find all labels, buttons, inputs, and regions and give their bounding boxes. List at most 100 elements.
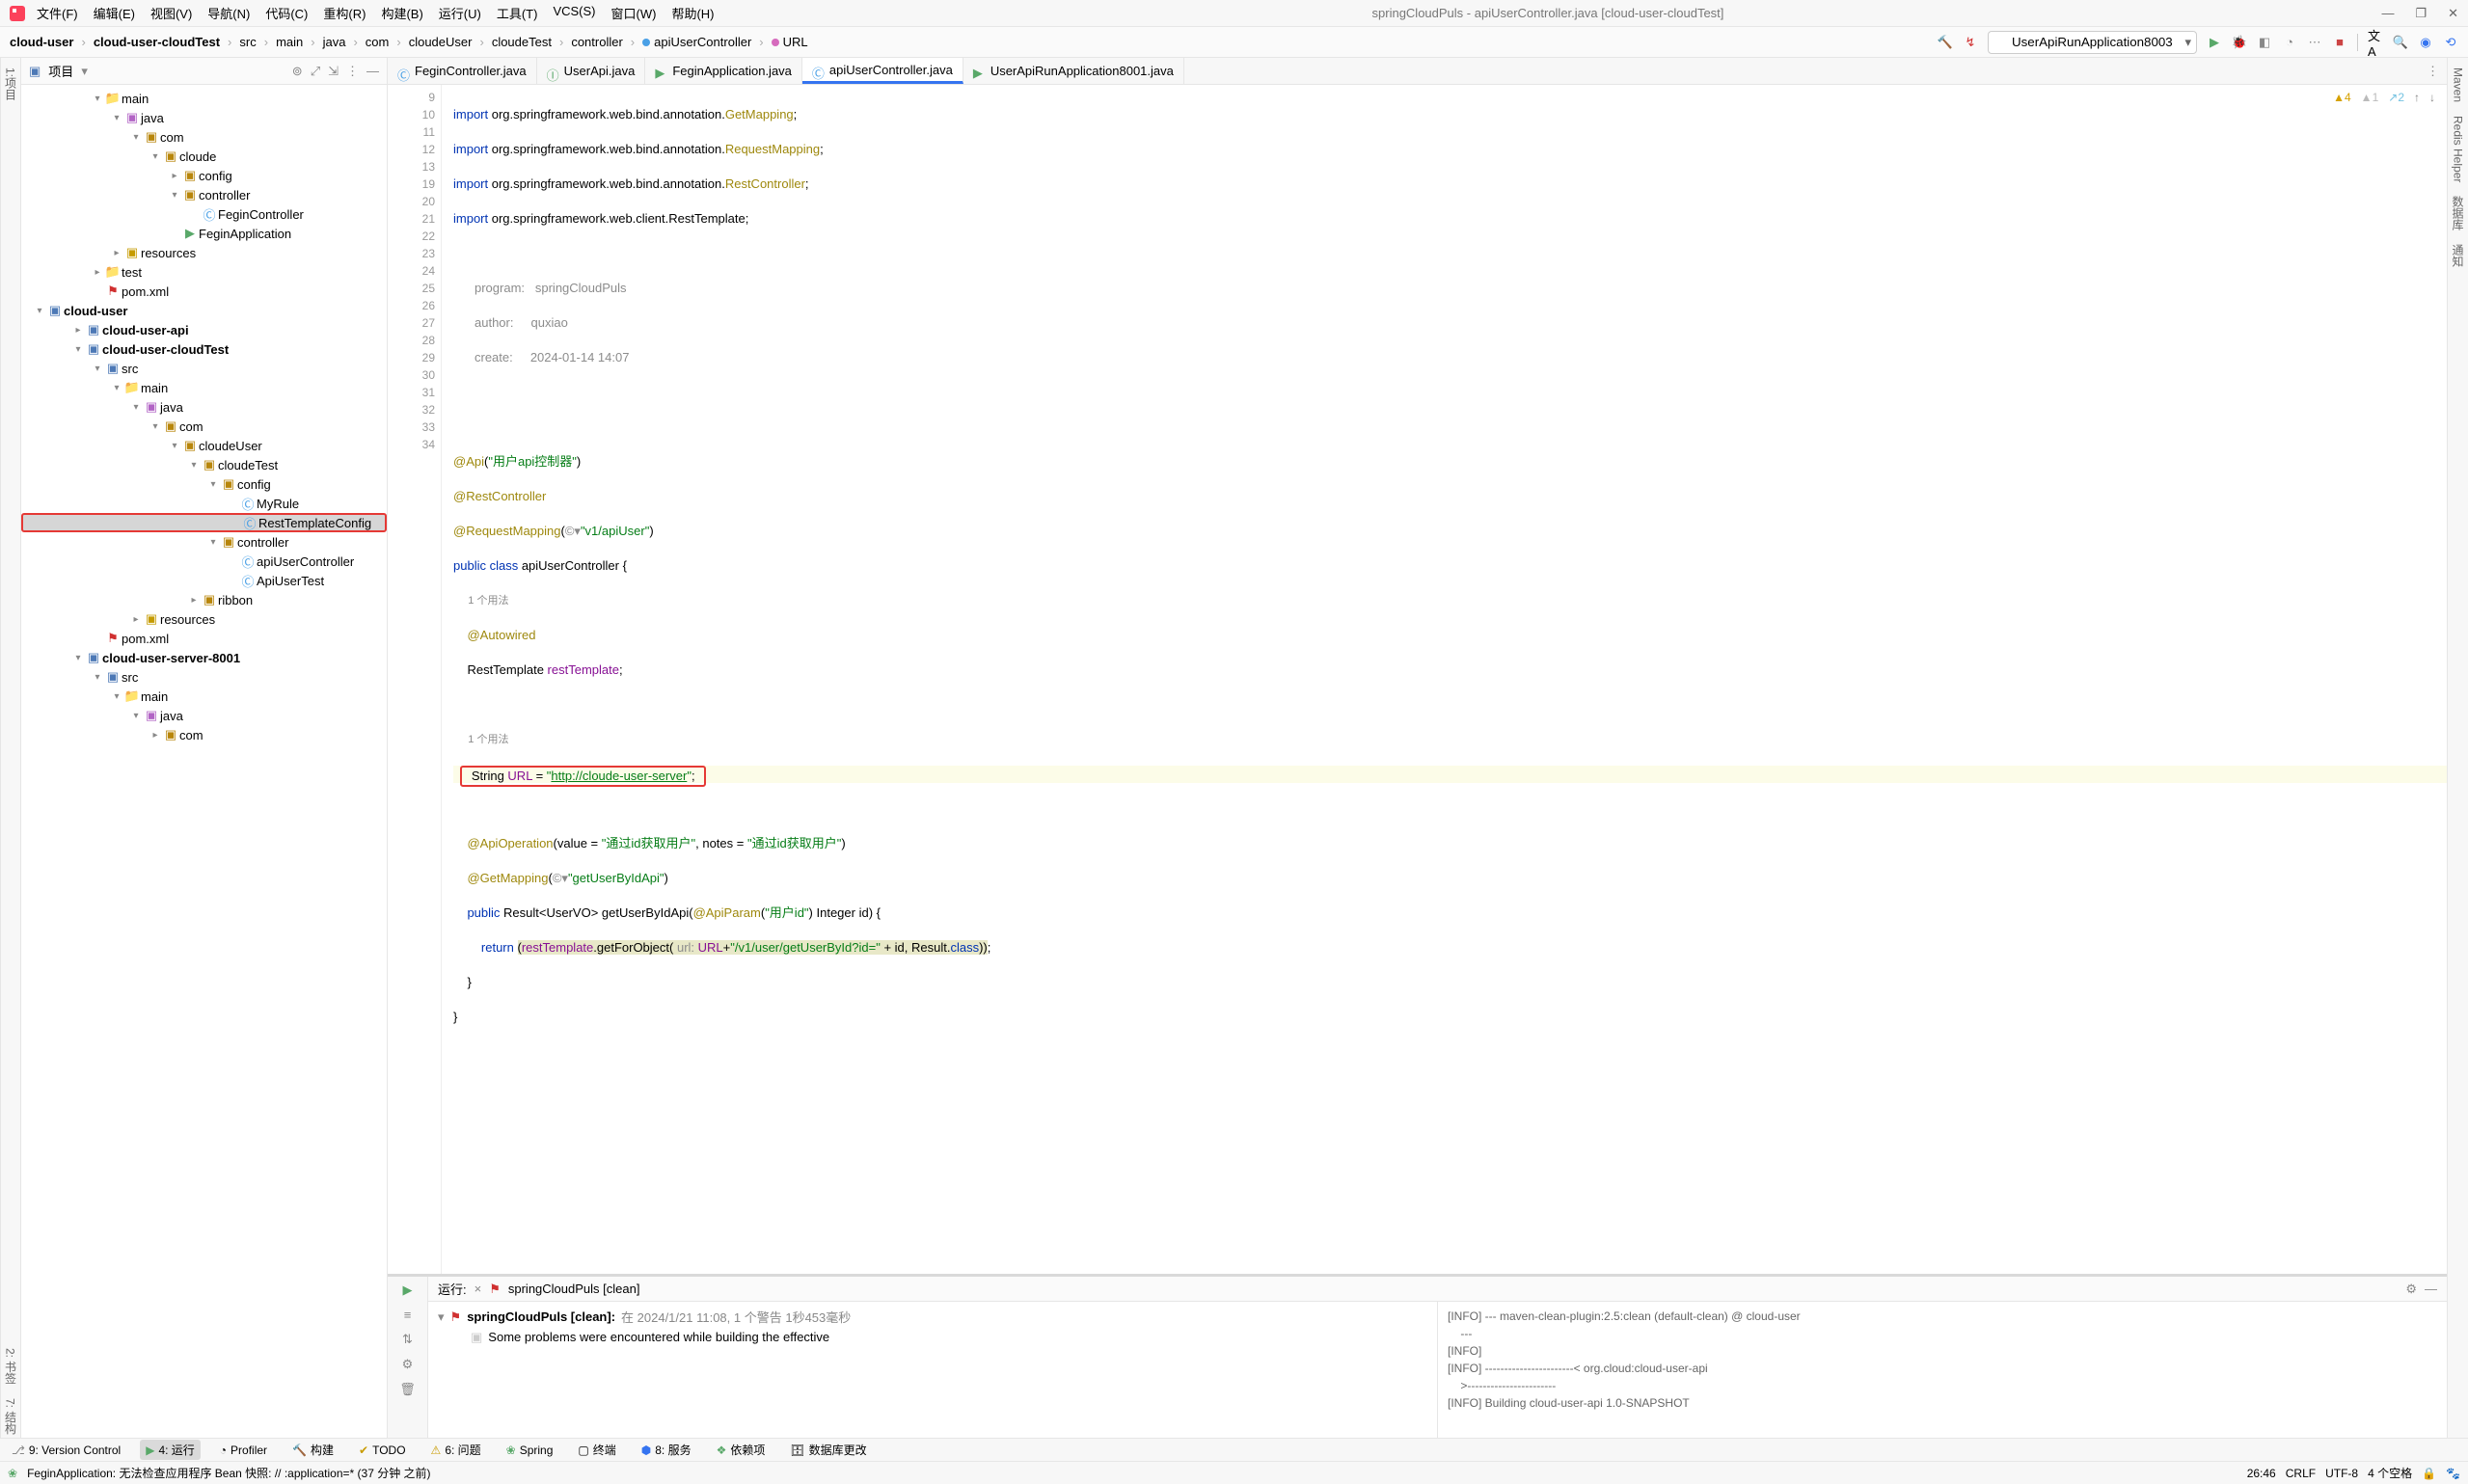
hammer-build-icon[interactable]: 🔨 [1938, 35, 1953, 50]
menu-navigate[interactable]: 导航(N) [207, 4, 250, 22]
menu-help[interactable]: 帮助(H) [671, 4, 714, 22]
tool-dependencies[interactable]: ❖依赖项 [711, 1440, 772, 1460]
tree-main2[interactable]: ▾📁main [21, 378, 387, 397]
locate-icon[interactable]: ⊚ [292, 64, 303, 79]
tool-spring[interactable]: ❀Spring [501, 1442, 559, 1459]
window-minimize-icon[interactable]: — [2381, 6, 2394, 21]
tool-run[interactable]: ▶4: 运行 [140, 1440, 201, 1460]
tree-pom[interactable]: ⚑pom.xml [21, 282, 387, 301]
menu-edit[interactable]: 编辑(E) [94, 4, 135, 22]
updates-icon[interactable]: ⟲ [2443, 35, 2458, 50]
tree-controller2[interactable]: ▾▣controller [21, 532, 387, 552]
tree-cloud-user-cloudTest[interactable]: ▾▣cloud-user-cloudTest [21, 339, 387, 359]
run-config-select[interactable]: UserApiRunApplication8003 [1988, 31, 2197, 54]
tree-rest-template-config[interactable]: ⒸRestTemplateConfig [21, 513, 387, 532]
codewithme-icon[interactable]: ◉ [2418, 35, 2433, 50]
tree-resources2[interactable]: ▸▣resources [21, 609, 387, 629]
tree-pom2[interactable]: ⚑pom.xml [21, 629, 387, 648]
tool-services[interactable]: ⬢8: 服务 [636, 1440, 697, 1460]
breadcrumb-module[interactable]: cloud-user [10, 35, 73, 49]
breadcrumb-cloudeTest[interactable]: cloudeTest [492, 35, 552, 49]
tree-java2[interactable]: ▾▣java [21, 397, 387, 417]
tree-src3[interactable]: ▾▣src [21, 667, 387, 687]
tree-config[interactable]: ▸▣config [21, 166, 387, 185]
menu-view[interactable]: 视图(V) [150, 4, 192, 22]
tool-project-tab[interactable]: 1:项目 [3, 64, 19, 104]
tab-api-user-controller[interactable]: ⒸapiUserController.java [802, 58, 963, 84]
menu-window[interactable]: 窗口(W) [611, 4, 657, 22]
tree-resources[interactable]: ▸▣resources [21, 243, 387, 262]
collapse-icon[interactable]: ⇲ [328, 64, 339, 79]
tree-main3[interactable]: ▾📁main [21, 687, 387, 706]
tree-cloude[interactable]: ▾▣cloude [21, 147, 387, 166]
menu-run[interactable]: 运行(U) [439, 4, 481, 22]
tree-cloud-user-server[interactable]: ▾▣cloud-user-server-8001 [21, 648, 387, 667]
tool-db-changes[interactable]: 🗄数据库更改 [784, 1440, 872, 1460]
status-lock-icon[interactable]: 🔒 [2422, 1467, 2436, 1480]
menu-file[interactable]: 文件(F) [37, 4, 78, 22]
status-caret-pos[interactable]: 26:46 [2247, 1467, 2276, 1480]
tree-java[interactable]: ▾▣java [21, 108, 387, 127]
status-spring-icon[interactable]: ❀ [8, 1467, 17, 1480]
menu-vcs[interactable]: VCS(S) [553, 4, 595, 22]
expand-icon[interactable]: ⤢ [311, 64, 320, 79]
run-trash-icon[interactable]: 🗑 [399, 1382, 416, 1397]
tree-config2[interactable]: ▾▣config [21, 474, 387, 494]
search-everywhere-icon[interactable]: 🔍 [2393, 35, 2408, 50]
tool-database-tab[interactable]: 数据库 [2450, 192, 2466, 234]
tree-com3[interactable]: ▸▣com [21, 725, 387, 744]
run-close-tab-icon[interactable]: × [475, 1282, 482, 1296]
tab-fegin-controller[interactable]: ⒸFeginController.java [388, 58, 537, 84]
tree-apiUserController[interactable]: ⒸapiUserController [21, 552, 387, 571]
tree-apiUserTest[interactable]: ⒸApiUserTest [21, 571, 387, 590]
breadcrumb-submodule[interactable]: cloud-user-cloudTest [94, 35, 220, 49]
debug-icon[interactable]: 🐞 [2232, 35, 2247, 50]
tab-fegin-application[interactable]: ▶FeginApplication.java [645, 58, 802, 84]
tool-terminal[interactable]: ▢终端 [572, 1440, 621, 1460]
tree-fegin-application[interactable]: ▶FeginApplication [21, 224, 387, 243]
run-settings-icon[interactable]: ⚙ [402, 1357, 414, 1372]
coverage-icon[interactable]: ◧ [2257, 35, 2272, 50]
breadcrumb-java[interactable]: java [323, 35, 346, 49]
code-editor[interactable]: ▲4 ▲1 ↗2 ↑↓ 9101112131920212223242526272… [388, 85, 2447, 1274]
tool-bookmarks-tab[interactable]: 2: 书签 [3, 1344, 19, 1388]
project-tree[interactable]: ▾📁main ▾▣java ▾▣com ▾▣cloude ▸▣config ▾▣… [21, 85, 387, 1438]
tool-build[interactable]: 🔨构建 [286, 1440, 339, 1460]
settings-icon[interactable]: ⋮ [346, 64, 359, 79]
tab-user-api[interactable]: ⒾUserApi.java [537, 58, 646, 84]
menu-refactor[interactable]: 重构(R) [323, 4, 366, 22]
tool-version-control[interactable]: ⎇9: Version Control [6, 1442, 126, 1459]
status-encoding[interactable]: UTF-8 [2325, 1467, 2358, 1480]
breadcrumb-src[interactable]: src [239, 35, 256, 49]
run-summary[interactable]: ▾ ⚑ springCloudPuls [clean]: 在 2024/1/21… [438, 1308, 1427, 1326]
window-maximize-icon[interactable]: ❐ [2415, 6, 2427, 21]
window-close-icon[interactable]: ✕ [2448, 6, 2458, 21]
tree-cloudeUser[interactable]: ▾▣cloudeUser [21, 436, 387, 455]
run-console[interactable]: [INFO] --- maven-clean-plugin:2.5:clean … [1438, 1302, 2447, 1438]
run-problem[interactable]: ▣ Some problems were encountered while b… [438, 1330, 1427, 1345]
tree-cloudeTest[interactable]: ▾▣cloudeTest [21, 455, 387, 474]
run-stop-icon[interactable]: ≡ [404, 1308, 412, 1322]
breadcrumb-main[interactable]: main [276, 35, 303, 49]
menu-code[interactable]: 代码(C) [265, 4, 308, 22]
tab-user-api-run-app[interactable]: ▶UserApiRunApplication8001.java [963, 58, 1184, 84]
tree-cloud-user[interactable]: ▾▣cloud-user [21, 301, 387, 320]
run-minimize-icon[interactable]: — [2425, 1282, 2437, 1296]
tool-notify-tab[interactable]: 通知 [2450, 240, 2466, 271]
translate-icon[interactable]: 文A [2368, 35, 2383, 50]
status-indent[interactable]: 4 个空格 [2368, 1465, 2412, 1481]
tool-redis-tab[interactable]: Redis Helper [2452, 112, 2465, 186]
tree-ribbon[interactable]: ▸▣ribbon [21, 590, 387, 609]
tool-profiler[interactable]: ◔Profiler [214, 1442, 273, 1459]
menu-build[interactable]: 构建(B) [381, 4, 422, 22]
tree-src2[interactable]: ▾▣src [21, 359, 387, 378]
breadcrumb-controller[interactable]: controller [571, 35, 622, 49]
tabs-more-icon[interactable]: ⋮ [2419, 58, 2447, 84]
breadcrumb-com[interactable]: com [366, 35, 390, 49]
breadcrumb-class[interactable]: apiUserController [642, 35, 751, 49]
tree-java3[interactable]: ▾▣java [21, 706, 387, 725]
arrow-swap-icon[interactable]: ↯ [1963, 35, 1978, 50]
run-icon[interactable]: ▶ [2207, 35, 2222, 50]
run-rerun-icon[interactable]: ▶ [403, 1282, 413, 1298]
status-cat-icon[interactable]: 🐾 [2446, 1467, 2460, 1480]
